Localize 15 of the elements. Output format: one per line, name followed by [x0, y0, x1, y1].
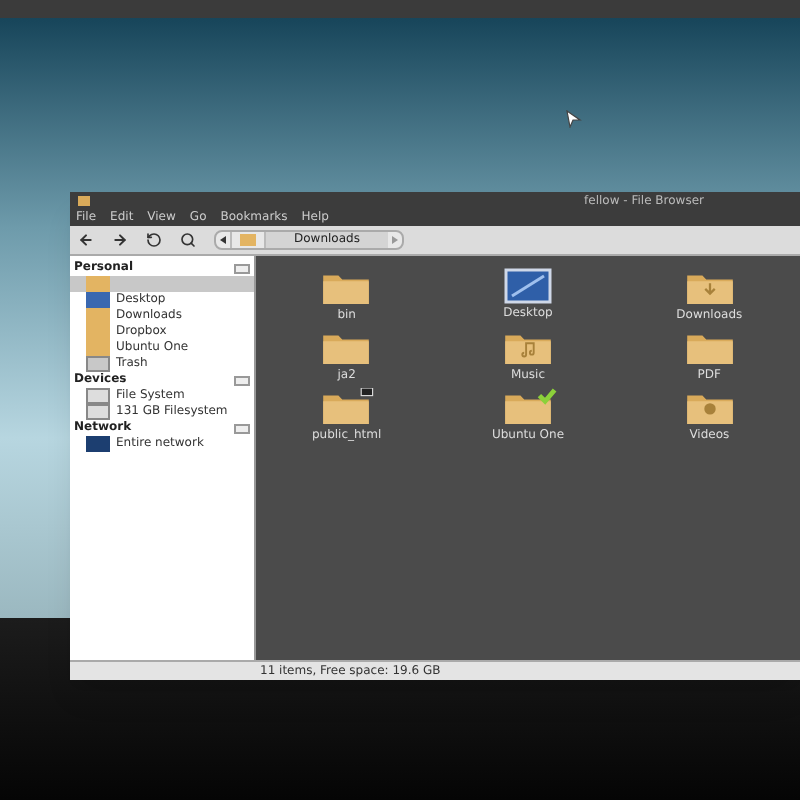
- network-icon: [86, 436, 110, 452]
- search-icon[interactable]: [180, 232, 196, 248]
- back-icon[interactable]: [78, 232, 94, 248]
- mouse-pointer-icon: [566, 110, 582, 128]
- collapse-icon[interactable]: [234, 375, 250, 385]
- window-icon: [78, 196, 90, 206]
- trash-icon: [86, 356, 110, 372]
- desktop-icon: [86, 292, 110, 308]
- scroll-left-icon[interactable]: [220, 236, 226, 244]
- reload-icon[interactable]: [146, 232, 162, 248]
- collapse-icon[interactable]: [234, 263, 250, 273]
- home-folder-icon: [240, 234, 256, 246]
- home-folder-icon: [86, 276, 110, 292]
- forward-icon[interactable]: [112, 232, 128, 248]
- collapse-icon[interactable]: [234, 423, 250, 433]
